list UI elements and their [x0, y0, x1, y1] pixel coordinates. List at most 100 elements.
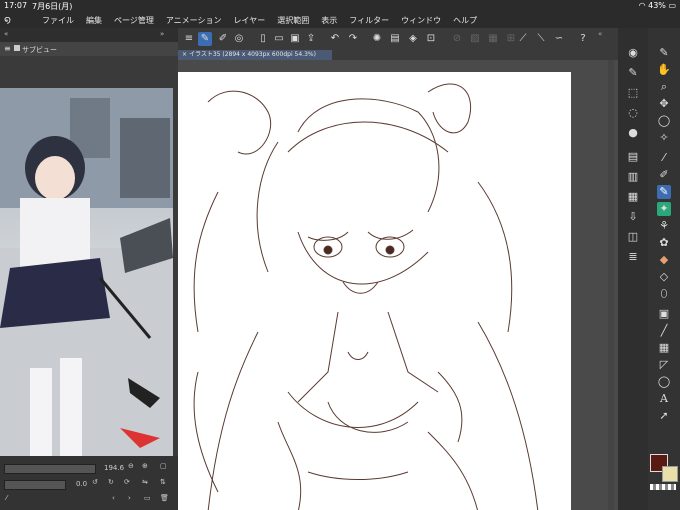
zoom-value: 194.6: [104, 464, 125, 472]
sub-color-swatch[interactable]: [662, 466, 678, 482]
fit-view-icon[interactable]: ▢: [160, 462, 167, 470]
fill-icon[interactable]: ◈: [406, 32, 420, 46]
menu-page[interactable]: ページ管理: [108, 15, 160, 26]
blend-tool-icon[interactable]: ◆: [657, 253, 671, 267]
previous-image-icon[interactable]: ‹: [112, 494, 115, 502]
next-image-icon[interactable]: ›: [128, 494, 131, 502]
document-tab[interactable]: × イラスト35 (2894 x 4093px 600dpi 54.3%): [178, 50, 332, 60]
layers-icon[interactable]: ◫: [626, 230, 640, 244]
ruler-icon[interactable]: ⟋: [516, 32, 530, 46]
eyedropper-tool-icon[interactable]: ⁄: [657, 151, 671, 165]
lasso-tool-icon[interactable]: ◯: [657, 114, 671, 128]
invert-selection-icon[interactable]: ▨: [468, 32, 482, 46]
stamp-tool-icon[interactable]: ✿: [657, 236, 671, 250]
text-tool-icon[interactable]: A: [657, 392, 671, 406]
navigator-icon[interactable]: ◉: [626, 46, 640, 60]
subview-icon: [14, 45, 20, 51]
menu-file[interactable]: ファイル: [36, 15, 80, 26]
spiral-icon[interactable]: ◌: [626, 106, 640, 120]
wifi-icon: ◠: [638, 1, 646, 10]
hand-tool-icon[interactable]: ✋: [657, 63, 671, 77]
menu-icon[interactable]: ≡: [4, 44, 11, 53]
subview-controls: 194.6 ⊖ ⊕ ▢ 0.0 ↺ ↻ ⟳ ⇋ ⇅ ⁄ ‹ › ▭ 🗑: [0, 456, 178, 510]
transform-icon[interactable]: ⊡: [424, 32, 438, 46]
subview-reference-image[interactable]: [0, 88, 173, 456]
rotate-slider[interactable]: [4, 480, 66, 490]
history-icon[interactable]: ▦: [626, 190, 640, 204]
menu-view[interactable]: 表示: [315, 15, 343, 26]
hamburger-menu-icon[interactable]: ≡: [182, 32, 196, 46]
menu-filter[interactable]: フィルター: [343, 15, 395, 26]
perspective-icon[interactable]: ⬚: [626, 86, 640, 100]
export-icon[interactable]: ⇪: [304, 32, 318, 46]
undo-icon[interactable]: ↶: [328, 32, 342, 46]
loading-icon[interactable]: ✺: [370, 32, 384, 46]
material-icon[interactable]: ▤: [626, 150, 640, 164]
collapse-right-panel-icon[interactable]: «: [598, 30, 602, 38]
gradient-tool-icon[interactable]: ▣: [657, 307, 671, 321]
stack-icon[interactable]: ≣: [626, 250, 640, 264]
app-logo-icon[interactable]: ໑: [4, 13, 18, 27]
flip-horizontal-icon[interactable]: ⇋: [142, 478, 148, 486]
clear-icon[interactable]: ▤: [388, 32, 402, 46]
zoom-out-icon[interactable]: ⊖: [128, 462, 134, 470]
eraser-tool-icon[interactable]: ◇: [657, 270, 671, 284]
redo-icon[interactable]: ↷: [346, 32, 360, 46]
save-icon[interactable]: ▣: [288, 32, 302, 46]
subview-tab[interactable]: ≡ サブビュー: [0, 42, 178, 57]
fill-tool-icon[interactable]: ⬯: [657, 287, 671, 301]
curve-icon[interactable]: ∽: [552, 32, 566, 46]
import-image-icon[interactable]: ▭: [144, 494, 151, 502]
object-select-icon[interactable]: ➚: [657, 409, 671, 423]
layer-property-icon[interactable]: ▥: [626, 170, 640, 184]
sphere-icon[interactable]: ●: [626, 126, 640, 140]
canvas-area[interactable]: [178, 60, 618, 510]
menu-edit[interactable]: 編集: [80, 15, 108, 26]
drawing-canvas[interactable]: [178, 72, 571, 510]
line-tool-icon[interactable]: ╱: [657, 324, 671, 338]
collapse-right-icon[interactable]: »: [160, 30, 164, 38]
menu-layer[interactable]: レイヤー: [228, 15, 272, 26]
pen-tool-icon[interactable]: ✎: [657, 46, 671, 60]
new-file-icon[interactable]: ▯: [256, 32, 270, 46]
collapse-left-icon[interactable]: «: [4, 30, 8, 38]
brush-tool-icon[interactable]: ✎: [657, 185, 671, 199]
eye-icon[interactable]: ◎: [232, 32, 246, 46]
ruler-tool-icon[interactable]: ◸: [657, 358, 671, 372]
help-icon[interactable]: ?: [576, 32, 590, 46]
decoration-tool-icon[interactable]: ⚘: [657, 219, 671, 233]
select-all-icon[interactable]: ▦: [486, 32, 500, 46]
canvas-scrollbar[interactable]: [608, 60, 614, 510]
eyedropper-icon[interactable]: ⁄: [6, 494, 7, 502]
zoom-slider[interactable]: [4, 464, 96, 474]
airbrush-tool-icon[interactable]: ✦: [657, 202, 671, 216]
reset-rotate-icon[interactable]: ⟳: [124, 478, 130, 486]
pencil-tool-icon[interactable]: ✐: [657, 168, 671, 182]
frame-tool-icon[interactable]: ▦: [657, 341, 671, 355]
menu-help[interactable]: ヘルプ: [447, 15, 483, 26]
brush-icon[interactable]: ✎: [198, 32, 212, 46]
zoom-tool-icon[interactable]: ⌕: [657, 80, 671, 94]
balloon-tool-icon[interactable]: ◯: [657, 375, 671, 389]
menu-selection[interactable]: 選択範囲: [271, 15, 315, 26]
menu-window[interactable]: ウィンドウ: [395, 15, 447, 26]
close-tab-icon[interactable]: ×: [182, 51, 187, 58]
ruler-edit-icon[interactable]: ✎: [626, 66, 640, 80]
straight-line-icon[interactable]: ⟍: [534, 32, 548, 46]
battery-icon: ▭: [668, 1, 676, 10]
menu-bar: ໑ ファイル 編集 ページ管理 アニメーション レイヤー 選択範囲 表示 フィル…: [0, 12, 680, 28]
delete-image-icon[interactable]: 🗑: [160, 494, 169, 502]
import-icon[interactable]: ⇩: [626, 210, 640, 224]
move-tool-icon[interactable]: ✥: [657, 97, 671, 111]
menu-animation[interactable]: アニメーション: [160, 15, 228, 26]
open-file-icon[interactable]: ▭: [272, 32, 286, 46]
transparent-color-icon[interactable]: [650, 484, 676, 490]
edit-icon[interactable]: ✐: [216, 32, 230, 46]
zoom-in-icon[interactable]: ⊕: [142, 462, 148, 470]
deselect-icon[interactable]: ⊘: [450, 32, 464, 46]
magic-wand-icon[interactable]: ✧: [657, 131, 671, 145]
rotate-right-icon[interactable]: ↻: [108, 478, 114, 486]
rotate-left-icon[interactable]: ↺: [92, 478, 98, 486]
command-bar: ≡ ✎ ✐ ◎ ▯ ▭ ▣ ⇪ ↶ ↷ ✺ ▤ ◈ ⊡ ⊘ ▨ ▦ ⊞ ⟋ ⟍ …: [178, 28, 618, 50]
flip-vertical-icon[interactable]: ⇅: [160, 478, 166, 486]
